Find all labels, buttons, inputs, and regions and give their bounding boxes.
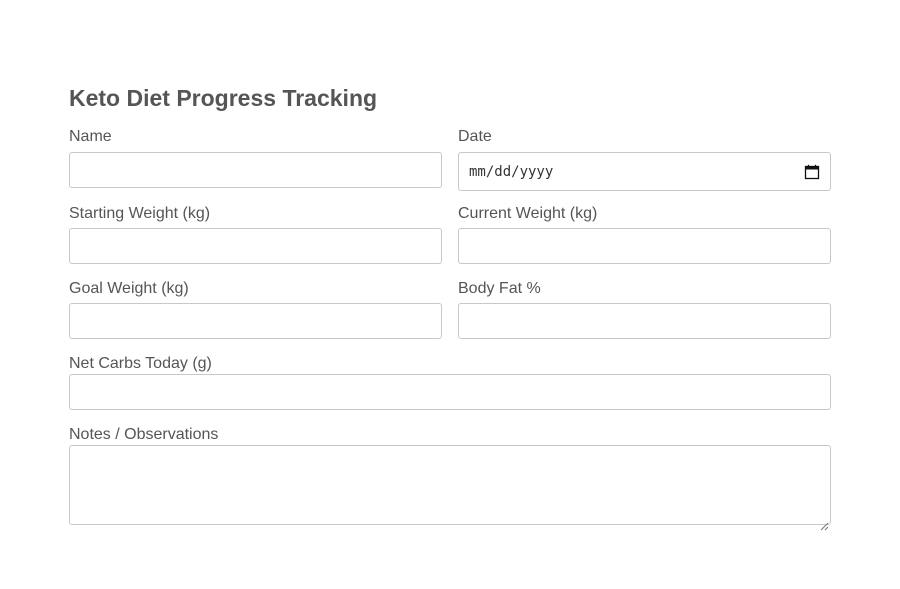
notes-textarea[interactable] [69, 445, 831, 525]
goal-weight-input[interactable] [69, 303, 442, 339]
goal-weight-group: Goal Weight (kg) [69, 280, 442, 339]
body-fat-input[interactable] [458, 303, 831, 339]
body-fat-group: Body Fat % [458, 280, 831, 339]
resize-grip-icon[interactable] [819, 518, 829, 531]
calendar-icon[interactable] [804, 164, 820, 180]
form-title: Keto Diet Progress Tracking [69, 85, 378, 111]
date-input[interactable]: mm/dd/yyyy [458, 152, 831, 191]
date-placeholder: mm/dd/yyyy [469, 163, 554, 180]
form-row-name-date: Name Date mm/dd/yyyy [69, 128, 831, 191]
current-weight-input[interactable] [458, 228, 831, 264]
form-row-goal-bodyfat: Goal Weight (kg) Body Fat % [69, 280, 831, 339]
name-input[interactable] [69, 152, 442, 188]
current-weight-label: Current Weight (kg) [458, 205, 598, 222]
date-label: Date [458, 128, 492, 145]
net-carbs-group: Net Carbs Today (g) [69, 355, 831, 410]
starting-weight-input[interactable] [69, 228, 442, 264]
name-group: Name [69, 128, 442, 191]
starting-weight-group: Starting Weight (kg) [69, 205, 442, 264]
name-label: Name [69, 128, 112, 145]
starting-weight-label: Starting Weight (kg) [69, 205, 211, 222]
keto-progress-form: Keto Diet Progress Tracking Name Date mm… [69, 84, 831, 531]
form-row-weights: Starting Weight (kg) Current Weight (kg) [69, 205, 831, 264]
date-group: Date mm/dd/yyyy [458, 128, 831, 191]
goal-weight-label: Goal Weight (kg) [69, 280, 189, 297]
current-weight-group: Current Weight (kg) [458, 205, 831, 264]
notes-wrapper [69, 445, 831, 531]
net-carbs-input[interactable] [69, 374, 831, 410]
notes-label: Notes / Observations [69, 426, 219, 443]
body-fat-label: Body Fat % [458, 280, 541, 297]
notes-group: Notes / Observations [69, 426, 831, 531]
net-carbs-label: Net Carbs Today (g) [69, 355, 212, 372]
